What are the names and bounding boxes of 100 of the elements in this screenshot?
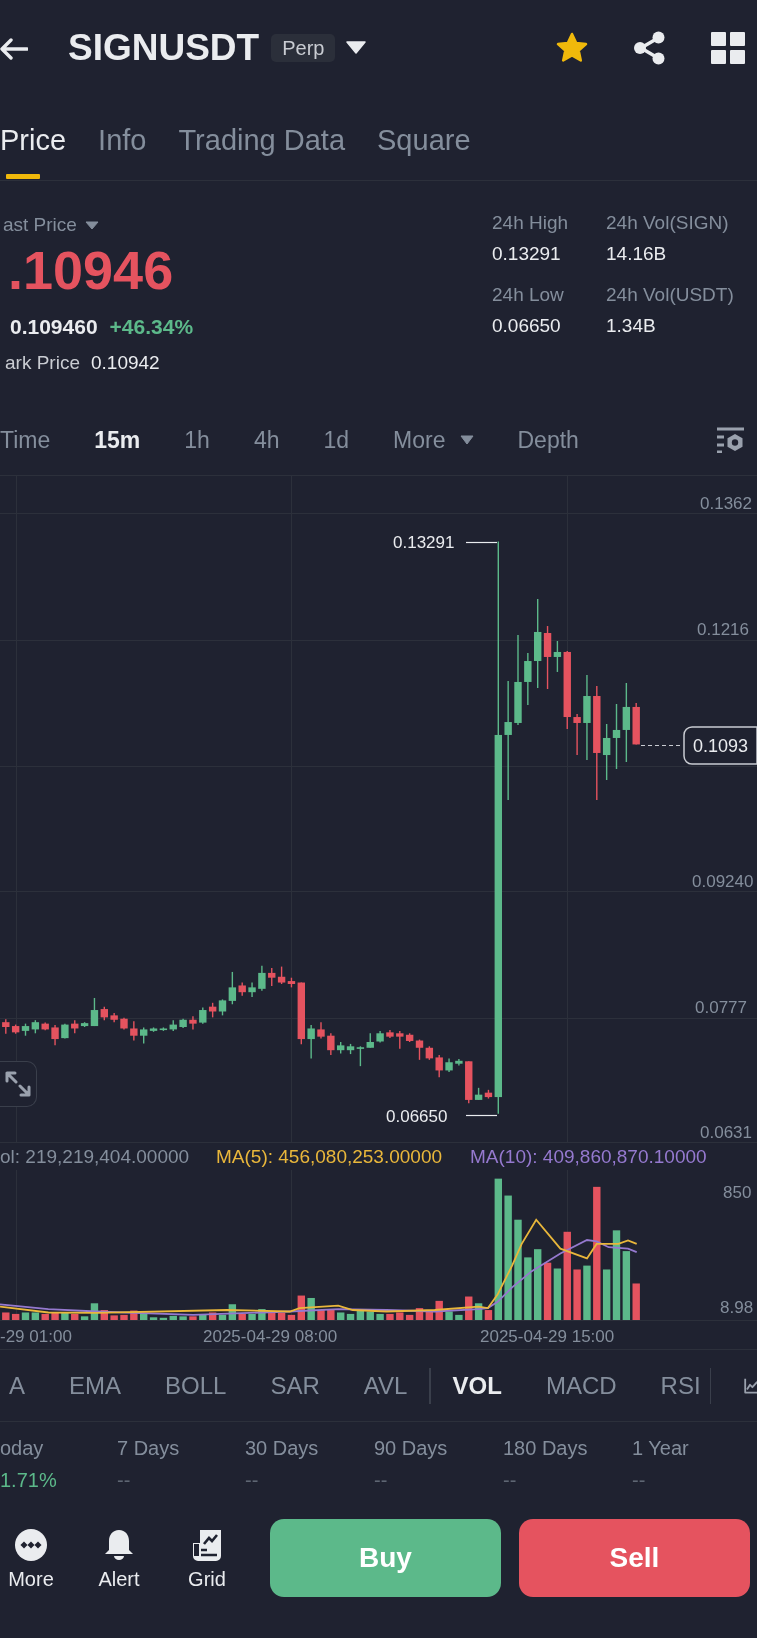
period-label: 30 Days bbox=[245, 1436, 320, 1460]
leader-line bbox=[465, 541, 498, 544]
low-price-label: 0.06650 bbox=[386, 1107, 448, 1126]
volume-axis-label: 850 bbox=[723, 1183, 752, 1202]
star-icon[interactable] bbox=[556, 32, 588, 63]
stat-value: 0.13291 bbox=[492, 242, 562, 266]
mark-price-label: ark Price bbox=[5, 351, 80, 375]
time-axis-label: 2025-04-29 15:00 bbox=[480, 1327, 615, 1346]
volume-legend-value: MA(5): 456,080,253.00000 bbox=[216, 1146, 443, 1167]
expand-button[interactable] bbox=[0, 1061, 37, 1107]
grid-button[interactable]: Grid bbox=[176, 1519, 238, 1597]
price-axis-label: 0.0631 bbox=[700, 1123, 752, 1142]
interval-tab[interactable]: 15m bbox=[94, 425, 141, 455]
volume-legend-value: MA(10): 409,860,870.10000 bbox=[470, 1146, 707, 1167]
period-label: 180 Days bbox=[503, 1436, 589, 1460]
contract-type-badge: Perp bbox=[271, 33, 336, 62]
leader-line bbox=[465, 1114, 498, 1117]
candle bbox=[612, 703, 621, 770]
alert-button[interactable]: Alert bbox=[88, 1519, 150, 1597]
tab[interactable]: Price bbox=[0, 95, 67, 180]
grid-menu-icon[interactable] bbox=[711, 31, 745, 64]
price-change: +46.34% bbox=[109, 314, 194, 340]
period-label: 7 Days bbox=[117, 1436, 181, 1460]
stat-value: 0.06650 bbox=[492, 314, 562, 338]
candle bbox=[317, 1021, 325, 1040]
candle bbox=[110, 1012, 118, 1023]
period-change: -- bbox=[503, 1468, 518, 1492]
current-price-tag: 0.1093 bbox=[683, 726, 757, 765]
candle bbox=[189, 1015, 197, 1031]
indicator-tab[interactable]: MACD bbox=[545, 1370, 617, 1401]
indicator-tab[interactable]: RSI bbox=[660, 1370, 701, 1401]
indicator-tab[interactable]: VOL bbox=[452, 1370, 502, 1401]
more-icon bbox=[15, 1529, 47, 1561]
interval-tab[interactable]: More bbox=[393, 425, 474, 455]
candle bbox=[524, 652, 532, 706]
interval-tab[interactable]: 4h bbox=[253, 425, 280, 455]
share-icon[interactable] bbox=[633, 30, 666, 65]
price-axis-label: 0.1362 bbox=[700, 494, 752, 514]
candle bbox=[51, 1024, 59, 1047]
candle bbox=[455, 1058, 463, 1067]
pair-title: SIGNUSDT bbox=[68, 25, 260, 70]
stat-value: 14.16B bbox=[606, 242, 668, 266]
candle bbox=[327, 1032, 335, 1056]
candle bbox=[21, 1022, 30, 1037]
candle bbox=[376, 1030, 384, 1044]
period-label: oday bbox=[0, 1436, 45, 1460]
indicator-tab[interactable]: SAR bbox=[270, 1370, 320, 1401]
chart-settings-icon[interactable] bbox=[717, 427, 745, 453]
candle bbox=[445, 1057, 453, 1073]
period-label: 1 Year bbox=[632, 1436, 690, 1460]
candle bbox=[573, 713, 581, 756]
price-axis-label: 0.09240 bbox=[692, 871, 754, 891]
tab[interactable]: Info bbox=[98, 95, 147, 180]
caret-icon bbox=[459, 435, 474, 445]
expand-icon bbox=[5, 1071, 31, 1097]
stat-value: 1.34B bbox=[606, 314, 657, 338]
candle bbox=[258, 964, 266, 992]
back-arrow-icon[interactable] bbox=[0, 37, 28, 60]
candle bbox=[130, 1020, 138, 1042]
tab[interactable]: Trading Data bbox=[178, 95, 346, 180]
candle bbox=[120, 1017, 128, 1031]
volume-axis-label: 8.98 bbox=[720, 1298, 754, 1317]
candle bbox=[208, 1002, 217, 1019]
price-axis-label: 0.0777 bbox=[695, 998, 747, 1018]
interval-tab[interactable]: Time bbox=[0, 425, 51, 455]
time-axis-label: -29 01:00 bbox=[0, 1327, 72, 1346]
last-price: .10946 bbox=[8, 240, 174, 300]
candle bbox=[248, 981, 256, 998]
chart-document-icon bbox=[192, 1529, 222, 1561]
candle bbox=[61, 1022, 69, 1040]
tab[interactable]: Square bbox=[377, 95, 471, 180]
mark-price-value: 0.10942 bbox=[90, 351, 160, 375]
indicator-tab[interactable]: A bbox=[9, 1370, 25, 1401]
stat-label: 24h High bbox=[492, 211, 570, 235]
period-change: -- bbox=[117, 1468, 132, 1492]
period-change: 1.71% bbox=[0, 1468, 58, 1492]
candle bbox=[307, 1024, 315, 1060]
indicator-tab[interactable]: AVL bbox=[363, 1370, 408, 1401]
period-label: 90 Days bbox=[374, 1436, 449, 1460]
usd-price: 0.109460 bbox=[10, 314, 98, 340]
interval-tab[interactable]: Depth bbox=[517, 425, 579, 455]
stat-label: 24h Low bbox=[492, 283, 565, 307]
sell-button[interactable]: Sell bbox=[519, 1519, 750, 1597]
indicator-tab[interactable]: EMA bbox=[69, 1370, 122, 1401]
volume-legend-value: ol: 219,219,404.00000 bbox=[0, 1146, 190, 1167]
candle bbox=[386, 1029, 394, 1039]
more-button[interactable]: More bbox=[0, 1519, 62, 1597]
period-change: -- bbox=[245, 1468, 260, 1492]
interval-tab[interactable]: 1h bbox=[184, 425, 210, 455]
high-price-label: 0.13291 bbox=[393, 533, 455, 552]
candle bbox=[179, 1018, 187, 1029]
candle bbox=[31, 1019, 40, 1034]
time-axis-label: 2025-04-29 08:00 bbox=[203, 1327, 338, 1346]
price-axis-label: 0.1216 bbox=[697, 619, 749, 639]
bell-icon bbox=[104, 1529, 134, 1561]
candle bbox=[11, 1023, 20, 1035]
indicator-tab[interactable]: BOLL bbox=[165, 1370, 227, 1401]
period-change: -- bbox=[632, 1468, 647, 1492]
buy-button[interactable]: Buy bbox=[270, 1519, 501, 1597]
interval-tab[interactable]: 1d bbox=[323, 425, 350, 455]
